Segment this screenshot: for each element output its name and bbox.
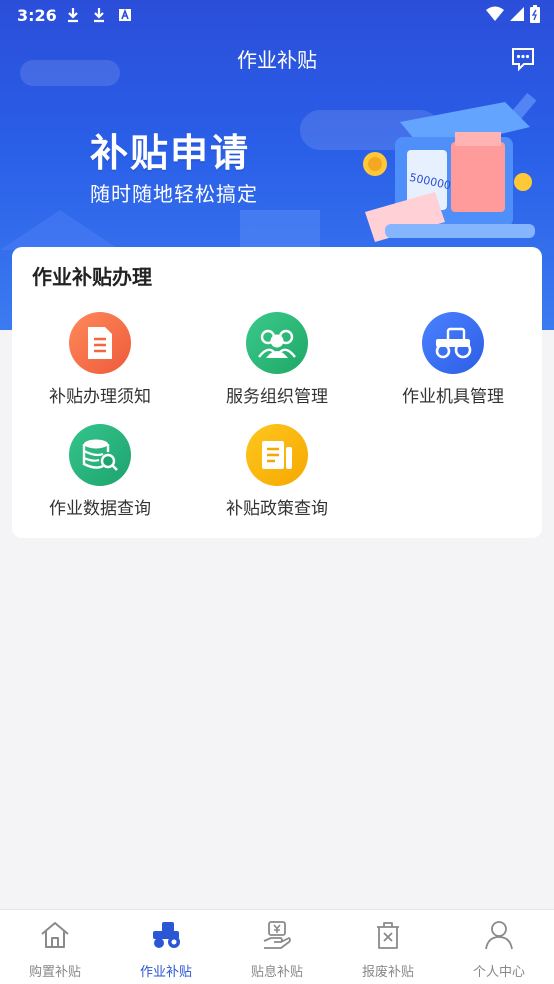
battery-icon <box>530 5 540 23</box>
nav-label: 报废补贴 <box>361 965 414 980</box>
nav-label: 个人中心 <box>472 965 525 980</box>
banner-subtitle: 随时随地轻松搞定 <box>90 182 258 206</box>
grid-item-service-org[interactable]: 服务组织管理 <box>189 312 365 412</box>
nav-item-personal-center[interactable]: 个人中心 <box>444 910 554 984</box>
nav-item-scrap-subsidy[interactable]: 报废补贴 <box>333 910 443 984</box>
notification-a-icon <box>119 8 131 21</box>
document-icon <box>69 312 131 374</box>
nav-label: 贴息补贴 <box>250 965 303 980</box>
grid-item-notice[interactable]: 补贴办理须知 <box>12 312 188 412</box>
policy-icon <box>246 424 308 486</box>
grid-item-data-query[interactable]: 作业数据查询 <box>12 424 188 524</box>
grid-label: 作业机具管理 <box>402 387 504 407</box>
grid-item-machinery[interactable]: 作业机具管理 <box>365 312 541 412</box>
tractor-icon <box>153 922 180 948</box>
status-time: 3:26 <box>17 6 57 25</box>
database-search-icon <box>69 424 131 486</box>
home-icon <box>41 922 69 948</box>
grid-label: 作业数据查询 <box>49 499 151 519</box>
grid-label: 补贴办理须知 <box>49 387 151 407</box>
yen-hand-icon <box>263 921 291 949</box>
section-title: 作业补贴办理 <box>32 265 152 289</box>
wifi-icon <box>486 6 504 21</box>
decor-shape <box>240 210 320 250</box>
nav-label: 作业补贴 <box>139 965 192 980</box>
download-icon <box>94 8 104 23</box>
grid-label: 服务组织管理 <box>226 387 328 407</box>
page-title: 作业补贴 <box>237 48 317 72</box>
signal-icon <box>510 7 524 21</box>
nav-item-interest-subsidy[interactable]: 贴息补贴 <box>222 910 332 984</box>
status-bar: 3:26 <box>0 0 554 32</box>
title-bar: 作业补贴 <box>0 42 554 78</box>
scrap-box-icon <box>377 922 399 949</box>
nav-item-operation-subsidy[interactable]: 作业补贴 <box>111 910 221 984</box>
nav-item-purchase-subsidy[interactable]: 购置补贴 <box>0 910 110 984</box>
nav-label: 购置补贴 <box>28 965 81 980</box>
money-machine-illustration: 500000 <box>363 92 537 242</box>
grid-label: 补贴政策查询 <box>226 499 328 519</box>
tractor-icon <box>422 312 484 374</box>
message-icon[interactable] <box>510 46 536 72</box>
grid-item-policy-query[interactable]: 补贴政策查询 <box>189 424 365 524</box>
subsidy-card: 作业补贴办理 补贴办理须知 服务组织管理 作业机具管理 作业数据查询 补贴政策查… <box>12 247 542 538</box>
bottom-navigation: 购置补贴 作业补贴 贴息补贴 报废补贴 个人中心 <box>0 909 554 984</box>
banner-title: 补贴申请 <box>90 131 251 175</box>
user-icon <box>485 921 513 950</box>
download-icon <box>68 8 78 23</box>
group-icon <box>246 312 308 374</box>
